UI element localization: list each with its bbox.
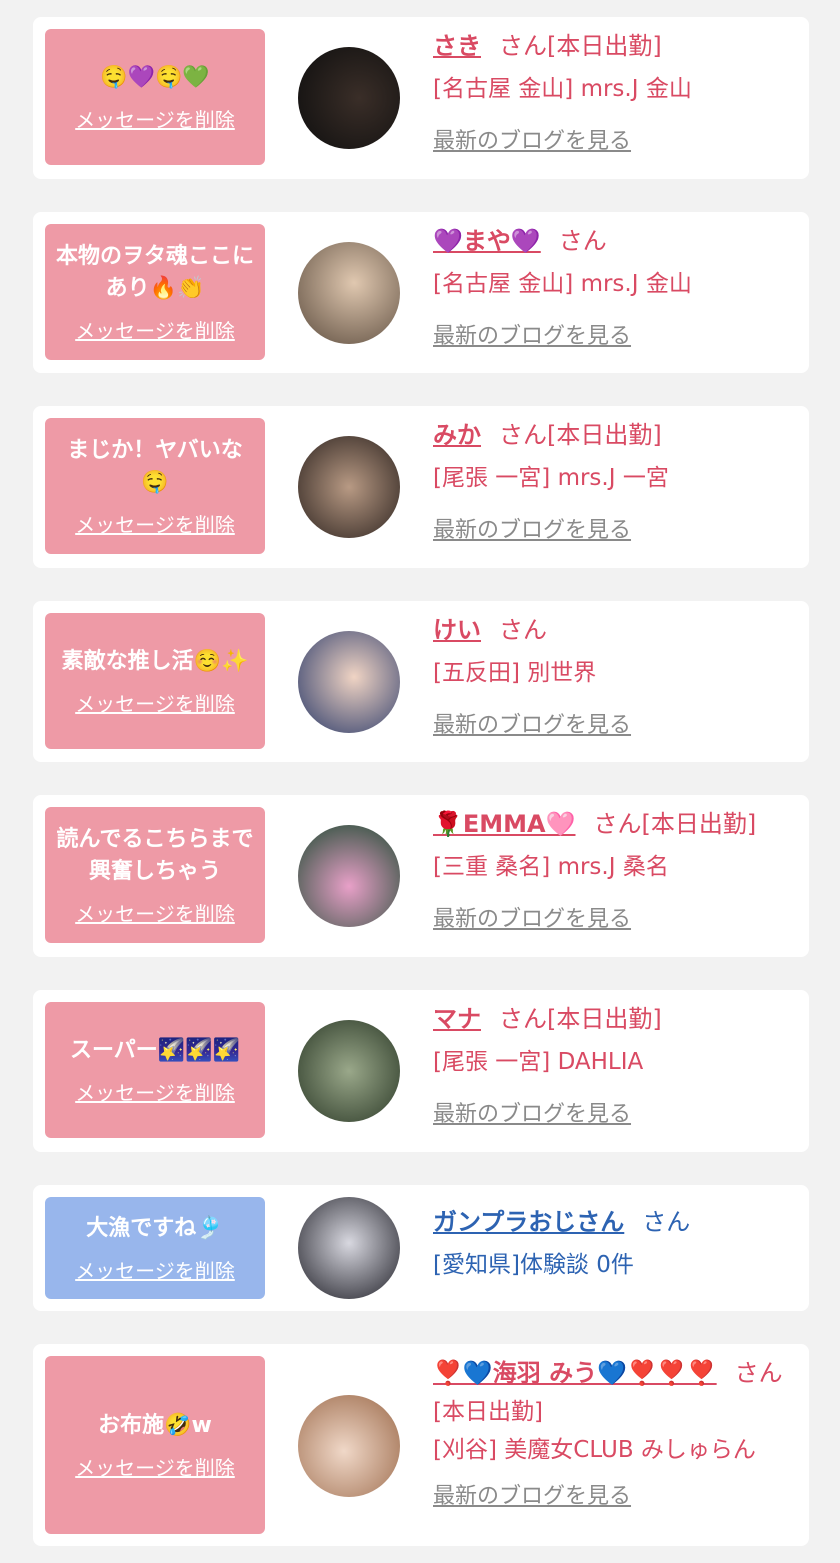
shop-name: [刈谷] 美魔女CLUB みしゅらん xyxy=(433,1437,756,1463)
avatar[interactable] xyxy=(298,631,400,733)
user-name-link[interactable]: みか xyxy=(433,421,481,449)
shop-name: [尾張 一宮] DAHLIA xyxy=(433,1049,644,1075)
message-bubble: 🤤💜🤤💚 メッセージを削除 xyxy=(45,29,265,165)
status-label: [本日出勤] xyxy=(547,32,662,60)
message-bubble: 大漁ですね🎐 メッセージを削除 xyxy=(45,1197,265,1299)
message-card: スーパー🌠🌠🌠 メッセージを削除 マナ さん[本日出勤] [尾張 一宮] DAHL… xyxy=(33,990,809,1152)
user-name-link[interactable]: さき xyxy=(433,32,481,60)
shop-name: [愛知県]体験談 0件 xyxy=(433,1252,634,1278)
status-label: [本日出勤] xyxy=(547,421,662,449)
status-label: [本日出勤] xyxy=(641,810,757,838)
avatar[interactable] xyxy=(298,1395,400,1497)
status-label: [本日出勤] xyxy=(547,1005,662,1033)
user-name-link[interactable]: 🌹EMMA🩷 xyxy=(433,810,576,838)
shop-name: [五反田] 別世界 xyxy=(433,660,597,686)
avatar[interactable] xyxy=(298,1020,400,1122)
avatar[interactable] xyxy=(298,242,400,344)
honorific: さん xyxy=(734,1359,783,1387)
delete-message-link[interactable]: メッセージを削除 xyxy=(75,688,235,717)
shop-name: [名古屋 金山] mrs.J 金山 xyxy=(433,76,692,102)
user-name-link[interactable]: ❣️💙海羽 みう💙❣️❣️❣️ xyxy=(433,1359,717,1387)
message-card: 読んでるこちらまで興奮しちゃう メッセージを削除 🌹EMMA🩷 さん[本日出勤] … xyxy=(33,795,809,957)
honorific: さん xyxy=(499,616,547,644)
delete-message-link[interactable]: メッセージを削除 xyxy=(75,1255,235,1284)
user-name-link[interactable]: ガンプラおじさん xyxy=(433,1208,624,1236)
honorific: さん xyxy=(499,1005,547,1033)
message-bubble: スーパー🌠🌠🌠 メッセージを削除 xyxy=(45,1002,265,1138)
message-bubble: 本物のヲタ魂ここにあり🔥👏 メッセージを削除 xyxy=(45,224,265,360)
message-bubble: 素敵な推し活☺️✨ メッセージを削除 xyxy=(45,613,265,749)
delete-message-link[interactable]: メッセージを削除 xyxy=(75,509,235,538)
message-card: 本物のヲタ魂ここにあり🔥👏 メッセージを削除 💜まや💜 さん [名古屋 金山] m… xyxy=(33,212,809,373)
avatar[interactable] xyxy=(298,1197,400,1299)
delete-message-link[interactable]: メッセージを削除 xyxy=(75,315,235,344)
message-text: 本物のヲタ魂ここにあり🔥👏 xyxy=(55,243,254,301)
blog-link[interactable]: 最新のブログを見る xyxy=(433,512,793,544)
delete-message-link[interactable]: メッセージを削除 xyxy=(75,1077,235,1106)
message-text: 素敵な推し活☺️✨ xyxy=(61,648,249,674)
shop-name: [三重 桑名] mrs.J 桑名 xyxy=(433,854,669,880)
honorific: さん xyxy=(593,810,642,838)
user-info: 💜まや💜 さん [名古屋 金山] mrs.J 金山 最新のブログを見る xyxy=(433,224,793,350)
blog-link[interactable]: 最新のブログを見る xyxy=(433,1096,793,1128)
message-card: 大漁ですね🎐 メッセージを削除 ガンプラおじさん さん [愛知県]体験談 0件 xyxy=(33,1185,809,1311)
user-info: ガンプラおじさん さん [愛知県]体験談 0件 xyxy=(433,1205,793,1281)
user-info: 🌹EMMA🩷 さん[本日出勤] [三重 桑名] mrs.J 桑名 最新のブログを見… xyxy=(433,807,793,933)
avatar[interactable] xyxy=(298,436,400,538)
delete-message-link[interactable]: メッセージを削除 xyxy=(75,898,235,927)
message-card: 🤤💜🤤💚 メッセージを削除 さき さん[本日出勤] [名古屋 金山] mrs.J … xyxy=(33,17,809,179)
user-name-link[interactable]: けい xyxy=(433,616,481,644)
user-info: みか さん[本日出勤] [尾張 一宮] mrs.J 一宮 最新のブログを見る xyxy=(433,418,793,544)
message-card: お布施🤣w メッセージを削除 ❣️💙海羽 みう💙❣️❣️❣️ さん [本日出勤] … xyxy=(33,1344,809,1546)
user-name-link[interactable]: 💜まや💜 xyxy=(433,227,541,255)
blog-link[interactable]: 最新のブログを見る xyxy=(433,123,793,155)
avatar[interactable] xyxy=(298,47,400,149)
message-text: スーパー🌠🌠🌠 xyxy=(70,1037,240,1063)
message-card: 素敵な推し活☺️✨ メッセージを削除 けい さん [五反田] 別世界 最新のブログ… xyxy=(33,601,809,762)
user-info: さき さん[本日出勤] [名古屋 金山] mrs.J 金山 最新のブログを見る xyxy=(433,29,793,155)
delete-message-link[interactable]: メッセージを削除 xyxy=(75,1452,235,1481)
honorific: さん xyxy=(499,32,547,60)
message-bubble: お布施🤣w メッセージを削除 xyxy=(45,1356,265,1534)
user-name-link[interactable]: マナ xyxy=(433,1005,481,1033)
blog-link[interactable]: 最新のブログを見る xyxy=(433,707,793,739)
message-bubble: 読んでるこちらまで興奮しちゃう メッセージを削除 xyxy=(45,807,265,943)
status-label: [本日出勤] xyxy=(433,1399,543,1425)
message-card: まじか！ヤバいな🤤 メッセージを削除 みか さん[本日出勤] [尾張 一宮] mr… xyxy=(33,406,809,568)
avatar[interactable] xyxy=(298,825,400,927)
message-text: 読んでるこちらまで興奮しちゃう xyxy=(56,826,254,884)
honorific: さん xyxy=(642,1208,691,1236)
blog-link[interactable]: 最新のブログを見る xyxy=(433,318,793,350)
message-text: 大漁ですね🎐 xyxy=(86,1215,224,1241)
message-bubble: まじか！ヤバいな🤤 メッセージを削除 xyxy=(45,418,265,554)
message-text: 🤤💜🤤💚 xyxy=(100,64,210,90)
message-text: お布施🤣w xyxy=(98,1412,212,1438)
user-info: けい さん [五反田] 別世界 最新のブログを見る xyxy=(433,613,793,739)
honorific: さん xyxy=(499,421,547,449)
blog-link[interactable]: 最新のブログを見る xyxy=(433,1478,793,1510)
delete-message-link[interactable]: メッセージを削除 xyxy=(75,104,235,133)
honorific: さん xyxy=(558,227,607,255)
message-text: まじか！ヤバいな🤤 xyxy=(67,437,243,495)
shop-name: [尾張 一宮] mrs.J 一宮 xyxy=(433,465,669,491)
message-list: 🤤💜🤤💚 メッセージを削除 さき さん[本日出勤] [名古屋 金山] mrs.J … xyxy=(0,0,840,1563)
shop-name: [名古屋 金山] mrs.J 金山 xyxy=(433,271,692,297)
user-info: ❣️💙海羽 みう💙❣️❣️❣️ さん [本日出勤] [刈谷] 美魔女CLUB みし… xyxy=(433,1356,793,1510)
blog-link[interactable]: 最新のブログを見る xyxy=(433,901,793,933)
user-info: マナ さん[本日出勤] [尾張 一宮] DAHLIA 最新のブログを見る xyxy=(433,1002,793,1128)
